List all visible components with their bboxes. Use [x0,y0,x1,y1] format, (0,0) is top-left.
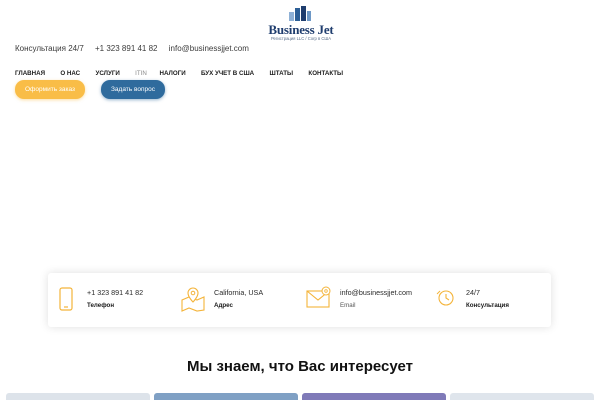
contact-email[interactable]: info@businessjjet.com Email [298,273,424,327]
nav-item-bookkeeping[interactable]: БУХ УЧЕТ В США [201,70,254,77]
nav-item-home[interactable]: ГЛАВНАЯ [15,70,45,77]
brand-tagline: Регистрация LLC / Corp в США [270,36,332,41]
service-tile[interactable] [154,393,298,400]
nav-item-services[interactable]: УСЛУГИ [95,70,119,77]
contact-hours[interactable]: 24/7 Консультация [424,273,551,327]
contact-card: +1 323 891 41 82 Телефон California, USA… [48,273,551,327]
nav-item-about[interactable]: О НАС [60,70,80,77]
service-tile[interactable] [6,393,150,400]
address-value: California, USA [214,288,264,297]
phone-value: +1 323 891 41 82 [87,288,144,297]
phone-label: Телефон [87,302,115,309]
nav-item-itin[interactable]: ITIN [135,70,147,77]
consult-text: Консультация 24/7 [15,44,84,53]
order-button[interactable]: Оформить заказ [15,80,85,99]
service-tile[interactable] [450,393,594,400]
contact-address[interactable]: California, USA Адрес [173,273,298,327]
ask-question-button[interactable]: Задать вопрос [101,80,165,99]
email-label: Email [340,302,356,309]
nav-item-states[interactable]: ШТАТЫ [269,70,293,77]
hours-value: 24/7 [466,288,480,297]
phone-icon [59,287,73,311]
email-value: info@businessjjet.com [340,288,413,297]
hours-label: Консультация [466,302,509,309]
nav-item-contacts[interactable]: КОНТАКТЫ [308,70,343,77]
clock-icon [436,290,454,306]
city-buildings-icon [289,6,311,21]
main-nav: ГЛАВНАЯ О НАС УСЛУГИ ITIN НАЛОГИ БУХ УЧЕ… [15,70,357,77]
mail-icon [306,286,331,308]
phone-link[interactable]: +1 323 891 41 82 [95,44,158,53]
address-label: Адрес [214,302,233,309]
map-pin-icon [181,287,205,312]
email-link[interactable]: info@businessjjet.com [169,44,249,53]
service-tile[interactable] [302,393,446,400]
logo[interactable]: Business Jet Регистрация LLC / Corp в СШ… [258,6,344,41]
section-heading: Мы знаем, что Вас интересует [186,358,414,375]
contact-phone[interactable]: +1 323 891 41 82 Телефон [48,273,173,327]
nav-item-taxes[interactable]: НАЛОГИ [160,70,186,77]
topbar: Консультация 24/7 +1 323 891 41 82 info@… [15,44,258,53]
